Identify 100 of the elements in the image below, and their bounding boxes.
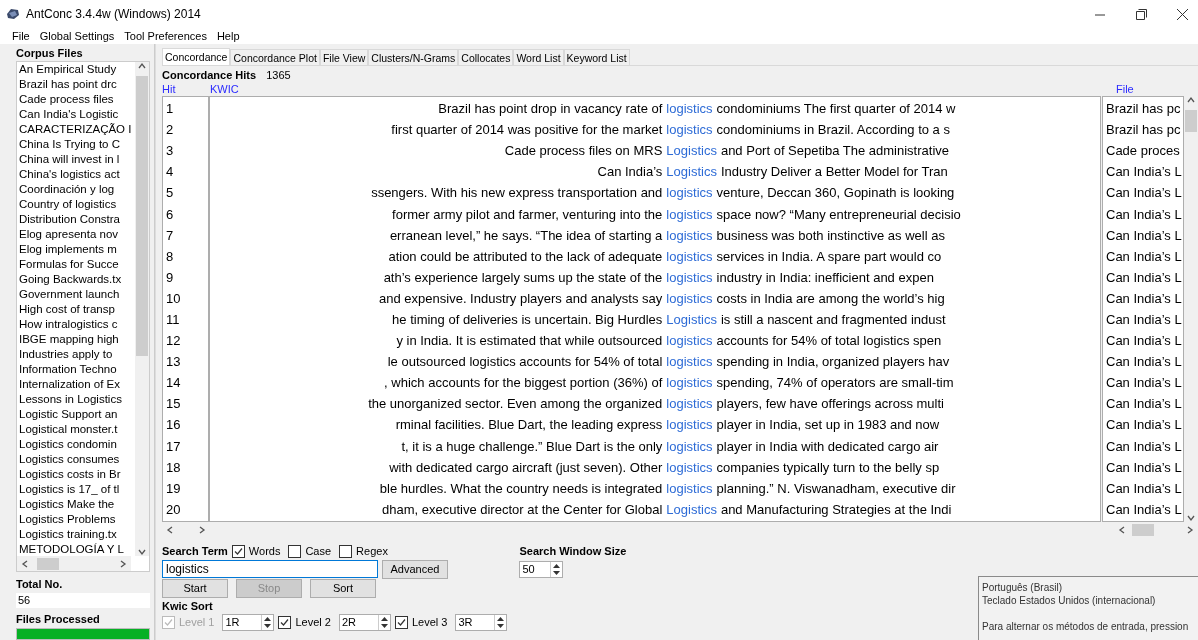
menu-item[interactable]: File: [12, 30, 30, 42]
hit-number: 14: [165, 375, 181, 391]
corpus-file-item[interactable]: Cade process files: [19, 92, 135, 107]
corpus-file-item[interactable]: Lessons in Logistics: [19, 392, 135, 407]
keyword[interactable]: logistics: [662, 185, 717, 201]
corpus-file-item[interactable]: Logistics consumes: [19, 452, 135, 467]
keyword[interactable]: logistics: [662, 333, 717, 349]
advanced-button[interactable]: Advanced: [382, 559, 448, 579]
file-name: Can India’s L: [1105, 269, 1182, 285]
corpus-file-item[interactable]: METODOLOGÍA Y L: [19, 542, 135, 556]
corpus-file-item[interactable]: Going Backwards.tx: [19, 272, 135, 287]
keyword[interactable]: logistics: [662, 122, 717, 138]
keyword[interactable]: logistics: [662, 375, 717, 391]
left-context: former army pilot and farmer, venturing into the: [391, 206, 663, 222]
corpus-file-item[interactable]: Government launch: [19, 287, 135, 302]
total-field: 56: [16, 593, 150, 609]
right-context: spending, 74% of operators are small-tim: [716, 375, 954, 391]
keyword[interactable]: logistics: [662, 290, 717, 306]
keyword[interactable]: logistics: [662, 248, 717, 264]
menu-item[interactable]: Tool Preferences: [124, 30, 207, 42]
hit-number: 3: [165, 143, 174, 159]
corpus-file-item[interactable]: Coordinación y log: [19, 182, 135, 197]
keyword[interactable]: Logistics: [662, 312, 721, 327]
kwic-column-header[interactable]: KWIC: [210, 83, 1116, 95]
corpus-file-item[interactable]: An Empirical Study: [19, 62, 135, 77]
hit-number: 19: [165, 480, 181, 496]
corpus-file-item[interactable]: CARACTERIZAÇÃO I: [19, 122, 135, 137]
tab[interactable]: Word List: [513, 49, 564, 65]
keyword[interactable]: logistics: [662, 396, 717, 412]
keyword[interactable]: logistics: [662, 101, 717, 117]
corpus-file-item[interactable]: Industries apply to: [19, 347, 135, 362]
left-context: y in India. It is estimated that while outsourced: [395, 333, 663, 349]
corpus-file-item[interactable]: Can India's Logistic: [19, 107, 135, 122]
files-processed-label: Files Processed: [16, 612, 101, 627]
left-context: and expensive. Industry players and analysts say: [378, 290, 663, 306]
tab[interactable]: Collocates: [458, 49, 514, 65]
corpus-file-item[interactable]: Formulas for Succe: [19, 257, 135, 272]
corpus-file-item[interactable]: Logistics condomin: [19, 437, 135, 452]
keyword[interactable]: logistics: [662, 227, 717, 243]
keyword[interactable]: logistics: [662, 459, 717, 475]
left-context: first quarter of 2014 was positive for the market: [390, 122, 663, 138]
corpus-file-item[interactable]: Logistics costs in Br: [19, 467, 135, 482]
window-size-spinner[interactable]: 50: [519, 560, 564, 578]
right-context: industry in India: inefficient and expen: [716, 269, 934, 285]
hit-column-header[interactable]: Hit: [162, 83, 210, 95]
keyword[interactable]: logistics: [662, 206, 717, 222]
menu-item[interactable]: Global Settings: [39, 30, 115, 42]
checkbox-label: Words: [248, 545, 281, 557]
action-button[interactable]: Start: [162, 578, 228, 598]
right-context: venture, Deccan 360, Gopinath is looking: [716, 185, 955, 201]
corpus-file-item[interactable]: China's logistics act: [19, 167, 135, 182]
right-context: planning.” N. Viswanadham, executive dir: [716, 480, 956, 496]
tab[interactable]: Concordance Plot: [230, 49, 320, 65]
corpus-file-item[interactable]: Internalization of Ex: [19, 377, 135, 392]
corpus-file-item[interactable]: How intralogistics c: [19, 317, 135, 332]
left-context: Can India’s: [596, 164, 663, 180]
corpus-file-item[interactable]: Logistics Make the: [19, 497, 135, 512]
hit-number: 4: [165, 164, 174, 180]
corpus-file-item[interactable]: Logistics training.tx: [19, 527, 135, 542]
keyword[interactable]: logistics: [662, 354, 717, 370]
keyword[interactable]: Logistics: [662, 143, 721, 159]
corpus-file-item[interactable]: IBGE mapping high: [19, 332, 135, 347]
corpus-file-item[interactable]: High cost of transp: [19, 302, 135, 317]
kwic-sort-label: Kwic Sort: [162, 599, 213, 613]
file-name: Can India’s L: [1105, 438, 1182, 454]
corpus-file-item[interactable]: Distribution Constra: [19, 212, 135, 227]
left-context: the unorganized sector. Even among the organized: [367, 396, 663, 412]
level-spinner[interactable]: 2R: [338, 613, 391, 631]
corpus-file-item[interactable]: Elog apresenta nov: [19, 227, 135, 242]
menu-item[interactable]: Help: [216, 30, 240, 42]
corpus-file-item[interactable]: China Is Trying to C: [19, 137, 135, 152]
corpus-file-item[interactable]: Elog implements m: [19, 242, 135, 257]
corpus-file-item[interactable]: Logistics is 17_ of tl: [19, 482, 135, 497]
corpus-file-item[interactable]: China will invest in l: [19, 152, 135, 167]
corpus-file-item[interactable]: Information Techno: [19, 362, 135, 377]
left-context: , which accounts for the biggest portion (36%) of: [383, 375, 663, 391]
left-context: t, it is a huge challenge.” Blue Dart is the only: [400, 438, 663, 454]
keyword[interactable]: logistics: [662, 438, 717, 454]
file-name: Can India’s L: [1105, 290, 1182, 306]
keyword[interactable]: logistics: [662, 417, 717, 433]
file-name: Can India’s L: [1105, 227, 1182, 243]
corpus-file-item[interactable]: Logistics Problems: [19, 512, 135, 527]
tab[interactable]: Clusters/N-Grams: [368, 49, 459, 65]
file-name: Can India’s L: [1105, 206, 1182, 222]
keyword[interactable]: logistics: [662, 480, 717, 496]
tab[interactable]: Concordance: [162, 48, 231, 65]
tab[interactable]: Keyword List: [563, 49, 630, 65]
search-field[interactable]: logistics: [162, 560, 378, 578]
corpus-file-item[interactable]: Logistical monster.t: [19, 422, 135, 437]
corpus-file-item[interactable]: Brazil has point drc: [19, 77, 135, 92]
keyword[interactable]: logistics: [662, 269, 717, 285]
corpus-file-item[interactable]: Country of logistics: [19, 197, 135, 212]
file-column-header[interactable]: File: [1116, 83, 1196, 95]
keyword[interactable]: Logistics: [662, 501, 721, 517]
left-context: le outsourced logistics accounts for 54% of total: [386, 354, 663, 370]
action-button[interactable]: Sort: [310, 578, 376, 598]
keyword[interactable]: Logistics: [662, 164, 721, 180]
level-spinner[interactable]: 3R: [455, 613, 508, 631]
tab[interactable]: File View: [319, 49, 369, 65]
corpus-file-item[interactable]: Logistic Support an: [19, 407, 135, 422]
